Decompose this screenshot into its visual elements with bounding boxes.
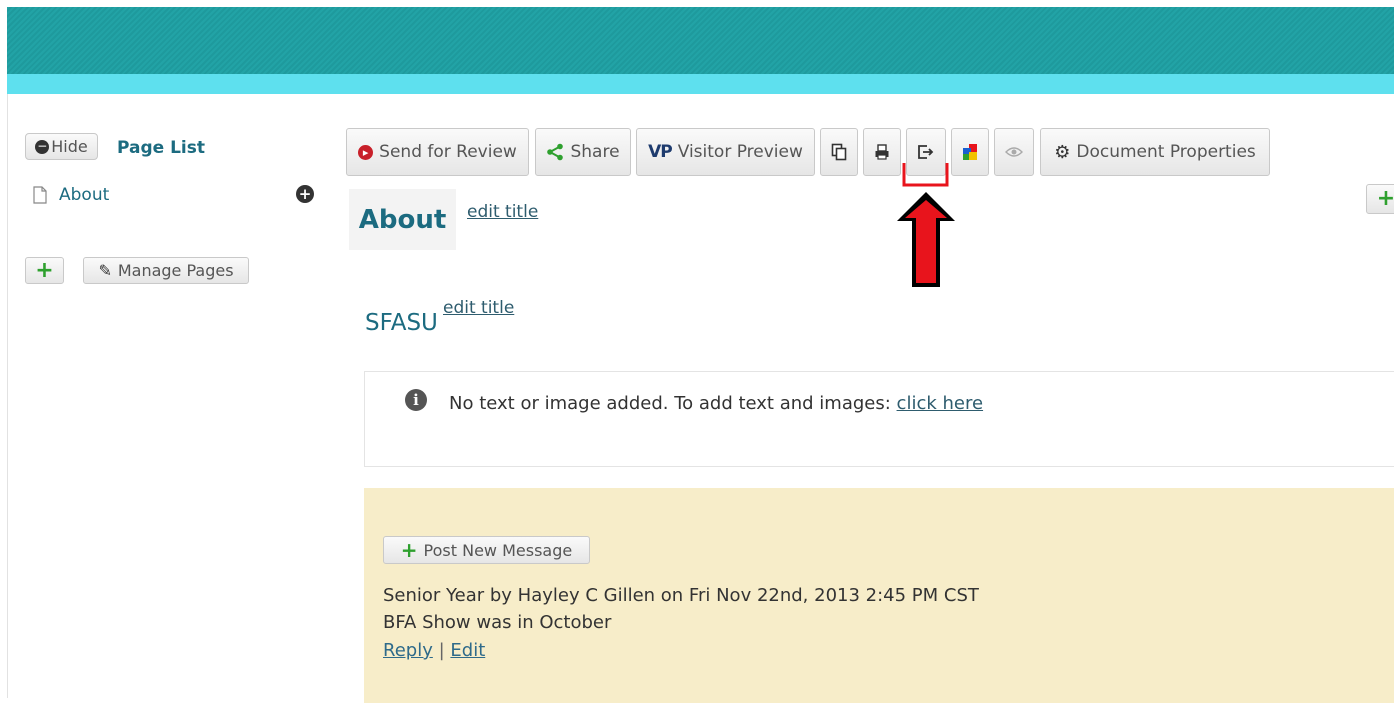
hide-label: Hide (51, 137, 88, 156)
header-strip (7, 74, 1394, 94)
manage-pages-button[interactable]: ✎ Manage Pages (83, 257, 249, 284)
reply-link[interactable]: Reply (383, 640, 433, 661)
manage-pages-label: Manage Pages (117, 261, 234, 280)
add-section-button[interactable]: + (1366, 184, 1394, 214)
print-icon (875, 144, 889, 160)
visitor-preview-button[interactable]: VP Visitor Preview (636, 128, 815, 176)
visitor-preview-label: Visitor Preview (677, 142, 803, 162)
eye-icon (1005, 147, 1023, 157)
header-banner (7, 7, 1394, 74)
gear-icon: ⚙ (1054, 141, 1071, 163)
message-body: BFA Show was in October (383, 612, 612, 633)
notice-text: No text or image added. To add text and … (449, 393, 983, 414)
copy-button[interactable] (820, 128, 858, 176)
empty-content-notice (364, 371, 1394, 467)
page-title: About (349, 189, 456, 250)
arrow-circle-icon: ▸ (358, 144, 374, 160)
visibility-button[interactable] (994, 128, 1034, 176)
page-icon (33, 186, 47, 204)
click-here-link[interactable]: click here (897, 393, 984, 414)
page-list-label: Page List (117, 138, 205, 158)
annotation-arrow (897, 163, 955, 287)
share-label: Share (570, 142, 620, 162)
info-icon: i (405, 389, 427, 411)
edit-page-title-link[interactable]: edit title (467, 202, 538, 222)
add-subpage-icon[interactable]: + (296, 185, 314, 203)
share-button[interactable]: Share (535, 128, 631, 176)
edit-section-title-link[interactable]: edit title (443, 298, 514, 318)
plus-icon: + (35, 257, 54, 283)
edit-message-link[interactable]: Edit (450, 640, 485, 661)
document-properties-button[interactable]: ⚙ Document Properties (1040, 128, 1270, 176)
section-title: SFASU (365, 310, 438, 336)
notice-message: No text or image added. To add text and … (449, 393, 891, 414)
sidebar-item-label: About (59, 185, 110, 205)
send-for-review-label: Send for Review (379, 142, 517, 162)
minus-circle-icon: − (35, 138, 50, 154)
pencil-icon: ✎ (98, 261, 112, 280)
action-separator: | (438, 640, 445, 661)
message-header: Senior Year by Hayley C Gillen on Fri No… (383, 585, 979, 606)
vp-logo-icon: VP (648, 142, 673, 162)
plus-icon: + (400, 538, 418, 562)
sidebar-item-about[interactable]: About (33, 185, 109, 205)
message-actions: Reply | Edit (383, 640, 485, 661)
post-new-message-button[interactable]: + Post New Message (383, 536, 590, 564)
export-icon (918, 145, 934, 159)
post-new-message-label: Post New Message (423, 540, 573, 560)
left-border (7, 94, 8, 698)
document-properties-label: Document Properties (1076, 142, 1256, 162)
add-page-button[interactable]: + (25, 257, 64, 284)
color-blocks-icon (963, 144, 977, 160)
copy-icon (831, 143, 847, 161)
plus-icon: + (1376, 186, 1394, 211)
hide-sidebar-button[interactable]: − Hide (25, 133, 98, 160)
share-icon (547, 143, 564, 161)
send-for-review-button[interactable]: ▸ Send for Review (346, 128, 529, 176)
